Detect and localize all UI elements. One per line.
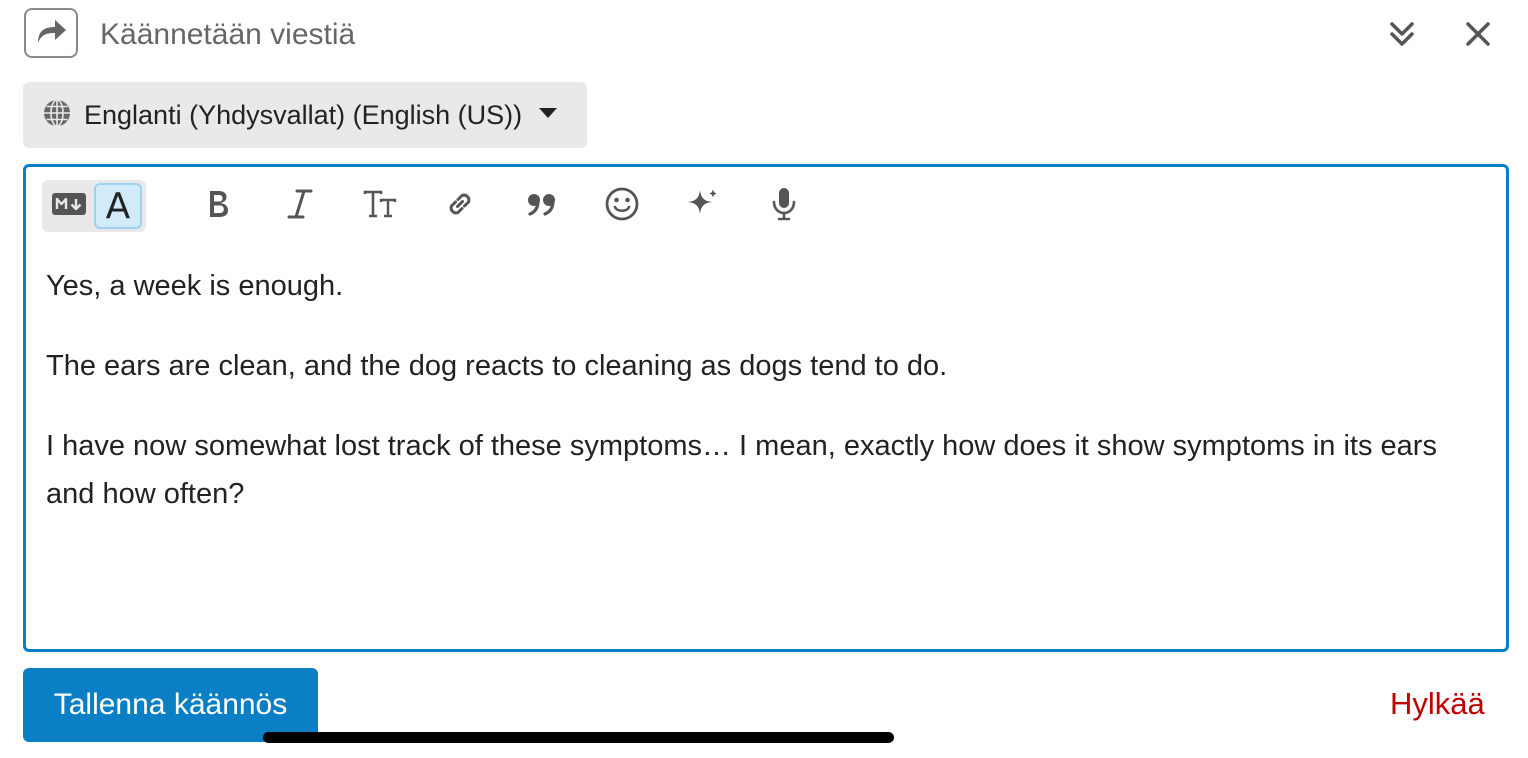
link-icon — [443, 187, 477, 226]
close-icon — [1465, 21, 1491, 52]
quote-icon — [526, 191, 558, 222]
language-select[interactable]: Englanti (Yhdysvallat) (English (US)) — [23, 82, 587, 148]
editor-paragraph: I have now somewhat lost track of these … — [46, 430, 1437, 510]
collapse-button[interactable] — [1382, 16, 1422, 56]
quote-button[interactable] — [520, 184, 564, 228]
editor-paragraph: The ears are clean, and the dog reacts t… — [46, 350, 948, 382]
double-chevron-down-icon — [1387, 19, 1417, 54]
markdown-mode-button[interactable] — [48, 188, 90, 224]
composer-title: Käännetään viestiä — [100, 18, 356, 51]
editor-paragraph: Yes, a week is enough. — [46, 270, 344, 302]
dictation-button[interactable] — [762, 184, 806, 228]
italic-icon — [286, 188, 314, 225]
text-size-icon — [363, 190, 397, 223]
close-button[interactable] — [1458, 16, 1498, 56]
markdown-icon — [52, 192, 86, 220]
save-translation-button[interactable]: Tallenna käännös — [23, 668, 318, 742]
reply-arrow-icon — [34, 16, 68, 51]
editor-mode-toggle: A — [42, 180, 146, 232]
editor-content[interactable]: Yes, a week is enough. The ears are clea… — [46, 262, 1486, 550]
rich-text-mode-button[interactable]: A — [94, 183, 142, 229]
globe-icon — [42, 98, 72, 133]
emoji-button[interactable] — [600, 184, 644, 228]
ai-assist-button[interactable] — [680, 184, 724, 228]
microphone-icon — [771, 186, 797, 227]
language-select-value: Englanti (Yhdysvallat) (English (US)) — [84, 99, 523, 130]
caret-down-icon — [538, 106, 558, 124]
reply-action-button[interactable] — [24, 8, 78, 58]
discard-button[interactable]: Hylkää — [1390, 686, 1485, 722]
link-button[interactable] — [438, 184, 482, 228]
sparkle-icon — [684, 186, 720, 227]
composer-header: Käännetään viestiä — [24, 8, 1504, 62]
emoji-icon — [604, 186, 640, 227]
editor-toolbar: A — [42, 180, 802, 232]
text-size-button[interactable] — [358, 184, 402, 228]
italic-button[interactable] — [278, 184, 322, 228]
bold-button[interactable] — [196, 184, 240, 228]
message-editor[interactable]: A Yes, a week is enough. The ears are cl… — [23, 164, 1509, 652]
bold-icon — [204, 188, 232, 225]
home-indicator — [263, 732, 894, 743]
